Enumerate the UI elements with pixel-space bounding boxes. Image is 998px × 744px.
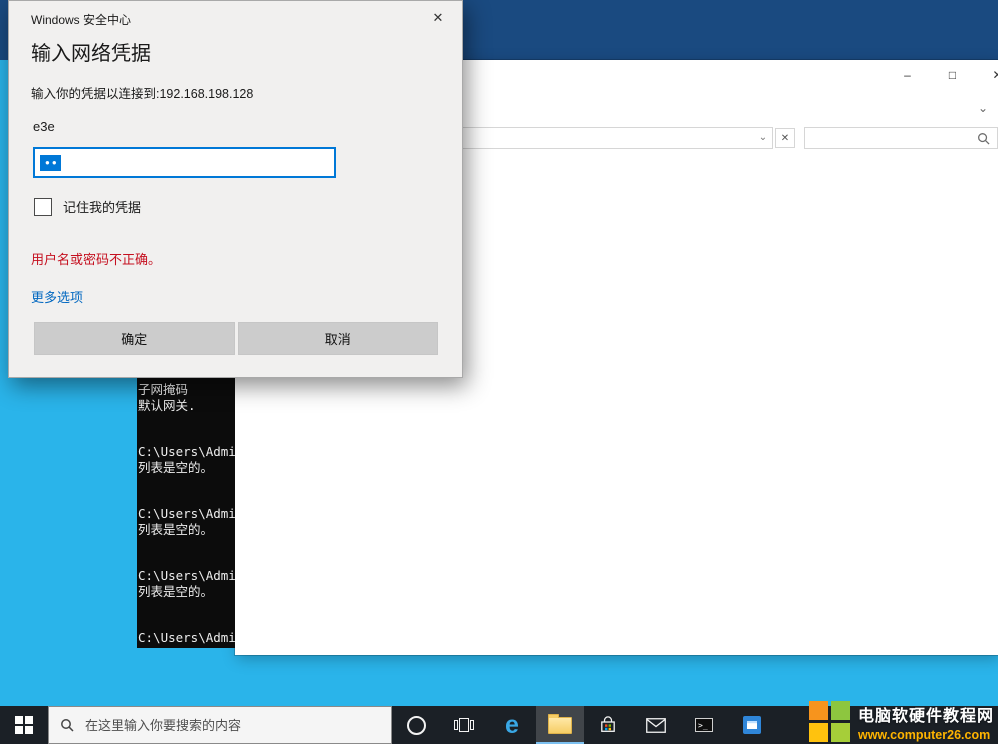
close-button[interactable]: ✕ [975,60,998,90]
error-message: 用户名或密码不正确。 [31,249,161,268]
credential-dialog: Windows 安全中心 ✕ 输入网络凭据 输入你的凭据以连接到:192.168… [8,0,463,378]
command-prompt-icon: >_ [695,718,713,732]
username-value: e3e [33,119,55,134]
mail-button[interactable] [632,706,680,744]
dialog-heading: 输入网络凭据 [31,37,151,66]
screen: – □ ✕ ⌄ ⌄ ✕ [0,0,998,744]
password-mask: ●● [40,155,61,171]
password-field[interactable]: ●● [33,147,336,178]
taskbar-icons: e > [392,706,776,744]
file-explorer-button[interactable] [536,706,584,744]
explorer-search-box[interactable] [804,127,998,149]
site-name: 电脑软硬件教程网 [858,702,994,726]
app-button[interactable] [728,706,776,744]
maximize-icon: □ [949,68,956,82]
search-icon [977,132,990,145]
dialog-subtitle: 输入你的凭据以连接到:192.168.198.128 [31,83,253,102]
minimize-icon: – [904,68,911,82]
task-view-icon [454,717,474,733]
cortana-icon [407,716,426,735]
command-prompt-button[interactable]: >_ [680,706,728,744]
cortana-button[interactable] [392,706,440,744]
site-watermark-text: 电脑软硬件教程网 www.computer26.com [858,702,994,742]
store-button[interactable] [584,706,632,744]
start-button[interactable] [0,706,48,744]
taskbar-search[interactable] [48,706,392,744]
edge-button[interactable]: e [488,706,536,744]
cancel-button[interactable]: 取消 [238,322,439,355]
address-dropdown-icon[interactable]: ⌄ [754,128,772,148]
dialog-close-button[interactable]: ✕ [428,8,448,28]
site-url: www.computer26.com [858,728,994,742]
app-icon [743,716,761,734]
store-bag-icon [599,716,617,734]
minimize-button[interactable]: – [885,60,930,90]
edge-icon: e [505,713,519,738]
ok-button[interactable]: 确定 [34,322,235,355]
remember-label: 记住我的凭据 [63,197,141,216]
window-controls: – □ ✕ [885,60,998,90]
dialog-buttons: 确定 取消 [34,322,438,355]
taskbar-search-input[interactable] [83,717,380,734]
remember-credentials: 记住我的凭据 [34,197,141,216]
more-options-link[interactable]: 更多选项 [31,287,83,306]
mail-icon [646,718,666,733]
close-icon: ✕ [992,68,998,82]
dialog-title: Windows 安全中心 [31,11,131,28]
site-logo-icon [809,701,850,742]
site-watermark: 电脑软硬件教程网 www.computer26.com [809,701,994,742]
remember-checkbox[interactable] [34,198,52,216]
task-view-button[interactable] [440,706,488,744]
folder-icon [548,717,572,734]
maximize-button[interactable]: □ [930,60,975,90]
windows-logo-icon [15,716,33,734]
search-icon [60,718,74,732]
stop-button[interactable]: ✕ [775,128,795,148]
ribbon-expand-icon[interactable]: ⌄ [978,101,988,115]
